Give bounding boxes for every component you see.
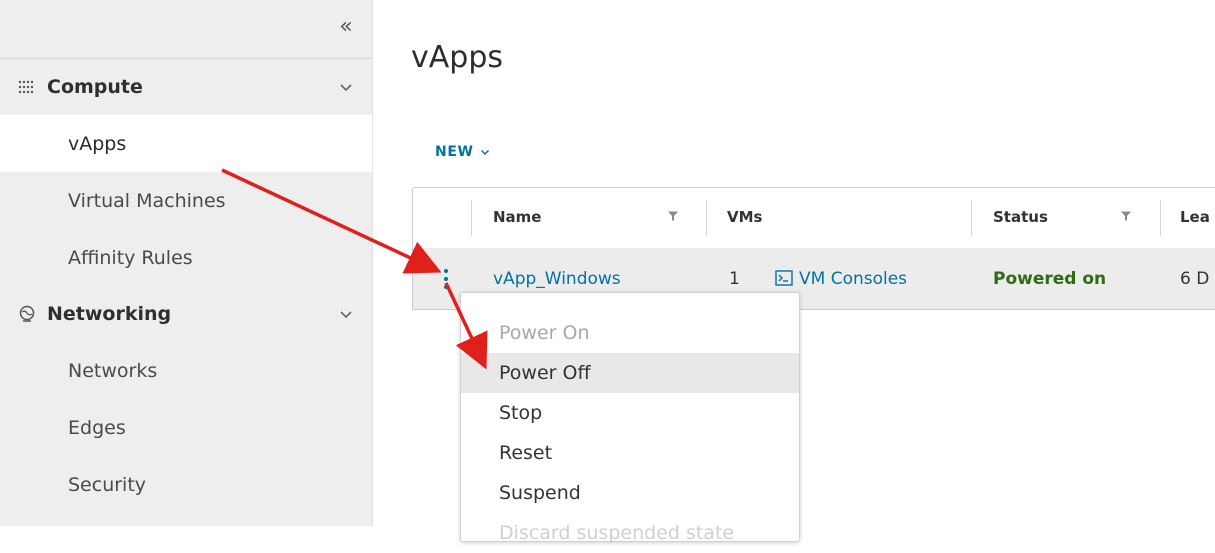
nav-group-networking[interactable]: Networking <box>0 286 372 342</box>
vm-count: 1 <box>729 269 740 289</box>
filter-icon[interactable] <box>667 210 679 222</box>
console-icon <box>775 270 793 286</box>
vm-consoles-label: VM Consoles <box>799 269 908 289</box>
chevron-down-icon[interactable] <box>338 79 354 95</box>
sidebar: « Compute vApps Virtual Machines Affinit… <box>0 0 373 526</box>
menu-item-discard-suspended-state[interactable]: Discard suspended state <box>461 513 799 553</box>
lease-value: 6 D <box>1180 269 1210 289</box>
vm-consoles-link[interactable]: VM Consoles <box>775 269 907 289</box>
nav-group-label: Networking <box>47 303 172 325</box>
new-button-label: NEW <box>435 144 474 160</box>
nav-group-label: Compute <box>47 76 143 98</box>
column-separator[interactable] <box>471 200 472 236</box>
menu-item-reset[interactable]: Reset <box>461 433 799 473</box>
grid-header: Name VMs Status Lea <box>413 188 1215 249</box>
sidebar-item-vapps[interactable]: vApps <box>0 115 372 172</box>
new-button[interactable]: NEW <box>435 144 490 160</box>
sidebar-item-virtual-machines[interactable]: Virtual Machines <box>0 172 372 229</box>
column-separator[interactable] <box>706 200 707 236</box>
double-chevron-left-icon[interactable]: « <box>334 14 358 40</box>
menu-item-suspend[interactable]: Suspend <box>461 473 799 513</box>
menu-item-stop[interactable]: Stop <box>461 393 799 433</box>
vertical-ellipsis-icon[interactable] <box>441 266 451 292</box>
sidebar-item-affinity-rules[interactable]: Affinity Rules <box>0 229 372 286</box>
column-separator[interactable] <box>971 200 972 236</box>
chevron-down-icon[interactable] <box>338 306 354 322</box>
menu-item-power-on[interactable]: Power On <box>461 313 799 353</box>
nav-group-compute[interactable]: Compute <box>0 59 372 115</box>
column-header-vms[interactable]: VMs <box>727 208 762 226</box>
column-separator[interactable] <box>1160 200 1161 236</box>
column-header-name[interactable]: Name <box>493 208 541 226</box>
sidebar-item-edges[interactable]: Edges <box>0 399 372 456</box>
grid-dots-icon <box>17 77 37 97</box>
status-badge: Powered on <box>993 269 1107 289</box>
column-header-lease[interactable]: Lea <box>1180 208 1210 226</box>
page-title: vApps <box>411 40 503 75</box>
row-context-menu: Power On Power Off Stop Reset Suspend Di… <box>460 292 800 544</box>
globe-icon <box>17 304 37 324</box>
sidebar-item-networks[interactable]: Networks <box>0 342 372 399</box>
menu-item-power-off[interactable]: Power Off <box>461 353 799 393</box>
column-header-status[interactable]: Status <box>993 208 1048 226</box>
sidebar-collapse-row: « <box>0 0 372 59</box>
sidebar-item-security[interactable]: Security <box>0 456 372 513</box>
chevron-down-icon <box>480 149 489 156</box>
vapp-name-link[interactable]: vApp_Windows <box>493 269 621 289</box>
filter-icon[interactable] <box>1120 210 1132 222</box>
